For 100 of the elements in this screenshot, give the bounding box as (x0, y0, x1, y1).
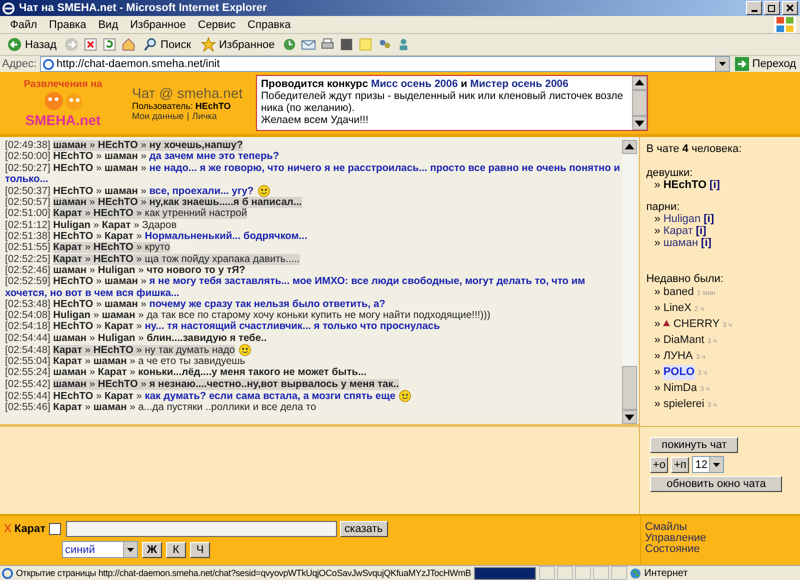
recent-nick: POLO (663, 365, 694, 380)
maximize-button[interactable] (764, 1, 780, 15)
chat-message: [02:55:46] Карат » шаман » а...да пустяки ..роллики и все дела то (5, 402, 316, 414)
globe-icon (630, 568, 642, 578)
time-ago: 1 мин (696, 289, 716, 299)
bullet: » (654, 225, 660, 237)
online-count: В чате 4 человека: (646, 143, 743, 155)
status-panel (593, 566, 610, 580)
add-button[interactable]: +п (671, 456, 690, 472)
refresh-icon[interactable] (102, 37, 117, 52)
color-select[interactable]: синий (62, 541, 138, 558)
close-icon (785, 3, 795, 13)
chat-message: [02:54:44] шаман » Huligan » блин....завидую я тебе.. (5, 332, 267, 344)
chat-message: [02:52:46] шаман » Huligan » что нового то у тЯ? (5, 264, 246, 276)
chat-message: [02:55:24] шаман » Карат » коньки...лёд....у меня такого не может быть... (5, 367, 366, 379)
address-field[interactable]: http://chat-daemon.smeha.net/init (40, 56, 730, 72)
history-icon[interactable] (282, 37, 297, 52)
scroll-up-icon[interactable] (632, 76, 647, 90)
status-panel (611, 566, 628, 580)
header-link[interactable]: Личка (192, 111, 217, 121)
scroll-thumb[interactable] (622, 366, 638, 410)
announcement-text: Победителей ждут призы - выделенный ник или кленовый листочек возле ника (по желанию). (261, 90, 624, 114)
status-text: Открытие страницы http://chat-daemon.smeha.net/chat?sesid=qvyovpWTkUqjOCoSavJwSvqujQKfuaMYzJTocHWmB (16, 568, 472, 578)
stop-icon[interactable] (82, 37, 98, 52)
menu-item[interactable]: Файл (4, 18, 44, 30)
back-button[interactable]: Назад (4, 37, 60, 52)
recipient-nick: Карат (14, 523, 46, 535)
home-icon[interactable] (120, 37, 136, 52)
chat-message: [02:50:00] HEchTO » шаман » да зачем мне это теперь? (5, 151, 280, 163)
menu-item[interactable]: Правка (43, 18, 92, 30)
side-link[interactable]: Состояние (645, 544, 796, 555)
time-ago: 2 ч (694, 305, 704, 315)
scrollbar[interactable] (622, 140, 638, 424)
chat-message: [02:51:38] HEchTO » Карат » Нормальненький... бодрячком... (5, 231, 308, 242)
user-info-link[interactable]: [i] (704, 213, 714, 225)
chat-message: [02:55:44] HEchTO » Карат » как думать? если сама встала, а мозги спять еще (5, 390, 396, 402)
recent-nick: spielerei (663, 397, 704, 412)
private-checkbox[interactable] (48, 523, 61, 535)
chat-message: [02:50:57] шаман » HEchTO » ну,как знаешь.....я б написал... (5, 197, 302, 208)
favorites-button[interactable]: Избранное (198, 37, 278, 52)
minimize-button[interactable] (746, 1, 762, 15)
group-label: девушки: (646, 167, 694, 179)
site-logo: Развлечения на SMEHA.net (22, 78, 104, 128)
menu-item[interactable]: Избранное (124, 18, 192, 30)
user-nick[interactable]: HEchTO (663, 179, 707, 191)
menu-item[interactable]: Справка (242, 18, 297, 30)
scroll-down-icon[interactable] (632, 116, 647, 130)
font-size-select[interactable]: 12 (692, 456, 724, 473)
add-button[interactable]: +о (650, 456, 668, 472)
italic-button[interactable]: К (166, 542, 186, 558)
close-button[interactable] (782, 1, 798, 15)
star-icon (201, 37, 216, 52)
windows-logo-icon (774, 16, 796, 33)
bullet: » (654, 317, 660, 332)
bullet: » (654, 301, 660, 316)
refresh-chat-button[interactable]: обновить окно чата (650, 476, 782, 492)
user-nick[interactable]: Huligan (663, 213, 701, 225)
chat-title: Чат @ smeha.net (132, 85, 244, 101)
user-nick[interactable]: Карат (663, 225, 693, 237)
chat-message: [02:53:48] HEchTO » шаман » почему же сразу так нельзя было ответить, а? (5, 298, 386, 310)
menu-item[interactable]: Сервис (192, 18, 242, 30)
time-ago: 3 ч (722, 321, 732, 331)
bold-button[interactable]: Ж (142, 542, 162, 558)
dropdown-arrow-icon (127, 548, 134, 552)
scroll-up-icon[interactable] (622, 140, 638, 154)
announcement-text: Желаем всем Удачи!!! (261, 114, 370, 126)
bullet: » (654, 381, 660, 396)
user-nick[interactable]: шаман (663, 237, 698, 249)
say-button[interactable]: сказать (340, 521, 388, 537)
menu-item[interactable]: Вид (92, 18, 124, 30)
dropdown-arrow-icon[interactable] (719, 62, 726, 66)
chat-message: [02:54:48] Карат » HEchTO » ну так думать надо (5, 344, 235, 356)
go-button[interactable]: Переход (733, 57, 798, 71)
user-info-link[interactable]: [i] (696, 225, 706, 237)
underline-button[interactable]: Ч (190, 542, 210, 558)
link-separator: | (186, 111, 190, 121)
leave-chat-button[interactable]: покинуть чат (650, 437, 738, 453)
status-panel (575, 566, 592, 580)
scrollbar[interactable] (632, 76, 647, 130)
scroll-down-icon[interactable] (622, 410, 638, 424)
chat-message: [02:50:27] HEchTO » шаман » не надо... я же говорю, что ничего я не расстроилась... просто все равно не очень понятно и только... (5, 162, 620, 186)
bullet: » (654, 237, 660, 249)
search-button[interactable]: Поиск (140, 37, 194, 52)
window-title: Чат на SMEHA.net - Microsoft Internet Explorer (19, 2, 268, 14)
scroll-thumb[interactable] (632, 90, 647, 116)
chat-message: [02:50:37] HEchTO » шаман » все, проехали... угу? (5, 186, 254, 198)
side-link[interactable]: Управление (645, 533, 796, 544)
tree-icon (663, 320, 670, 327)
message-field[interactable] (66, 521, 337, 537)
recent-nick: LineX (663, 301, 692, 316)
side-link[interactable]: Смайлы (645, 522, 796, 533)
go-arrow-icon (735, 57, 750, 71)
user-label: Пользователь: HEchTO (132, 101, 232, 111)
chat-message: [02:51:00] Карат » HEchTO » как утренний настрой (5, 208, 248, 220)
header-link[interactable]: Мои данные (132, 111, 184, 121)
time-ago: 3 ч (707, 401, 717, 411)
user-info-link[interactable]: [i] (710, 179, 720, 191)
browser-icon (2, 2, 15, 14)
bullet: » (654, 213, 660, 225)
user-info-link[interactable]: [i] (701, 237, 712, 249)
